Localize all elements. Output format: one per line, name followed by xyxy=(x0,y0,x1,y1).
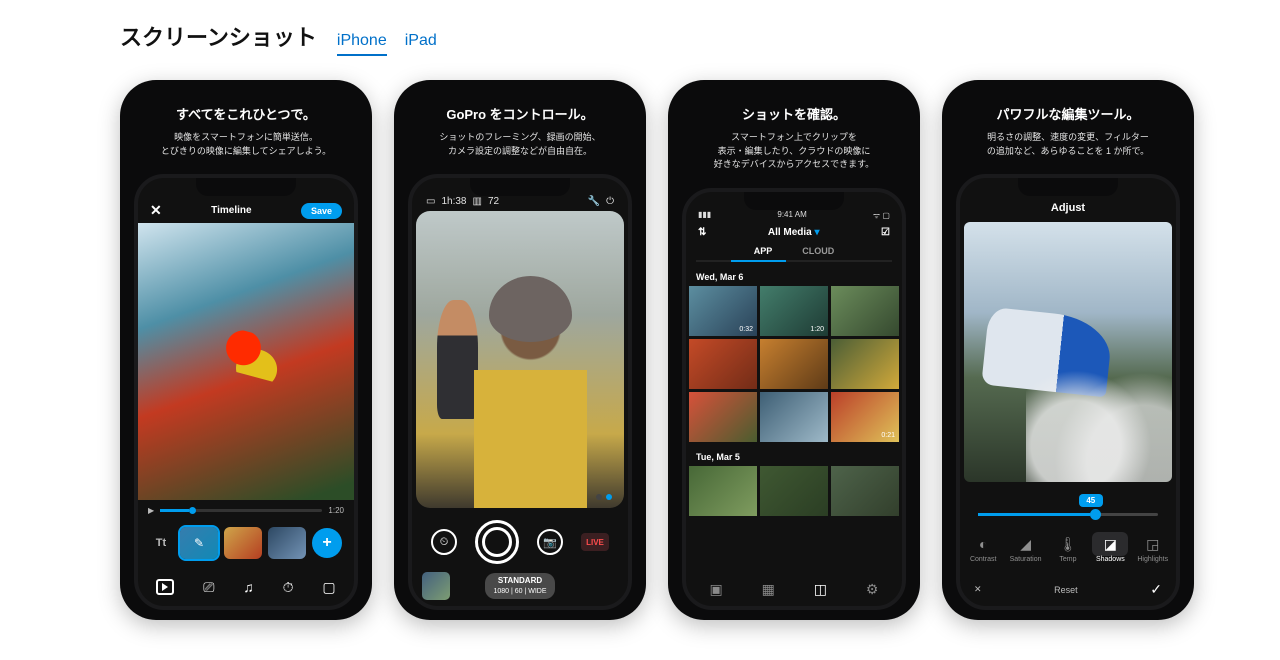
media-thumb[interactable] xyxy=(689,392,757,442)
battery-icon: ▥ xyxy=(472,196,481,207)
wrench-icon[interactable]: 🔧 xyxy=(588,196,600,207)
duration-label: 1:20 xyxy=(328,506,344,515)
media-thumb[interactable] xyxy=(831,286,899,336)
play-icon[interactable]: ▶ xyxy=(148,506,154,515)
dial-contrast[interactable]: ◐Contrast xyxy=(965,532,1001,563)
dial-saturation[interactable]: ◢Saturation xyxy=(1008,532,1044,563)
chevron-down-icon[interactable]: ▾ xyxy=(815,227,820,238)
save-button[interactable]: Save xyxy=(301,203,342,219)
shutter-button[interactable] xyxy=(475,520,519,564)
reset-button[interactable]: Reset xyxy=(1054,585,1078,595)
sliders-icon[interactable]: ⎚ xyxy=(203,579,214,598)
clip-thumb-1[interactable] xyxy=(180,527,218,559)
close-icon[interactable]: ✕ xyxy=(974,584,982,595)
music-icon[interactable]: ♫ xyxy=(243,579,254,598)
self-timer-button[interactable]: ⏲ xyxy=(431,529,457,555)
dial-highlights[interactable]: ◲Highlights xyxy=(1135,532,1171,563)
screenshot-card-3[interactable]: ショットを確認。 スマートフォン上でクリップを表示・編集したり、クラウドの映像に… xyxy=(668,80,920,620)
add-clip-button[interactable]: + xyxy=(312,528,342,558)
signal-icon: ▮▮▮ xyxy=(698,210,711,221)
card3-sub: スマートフォン上でクリップを表示・編集したり、クラウドの映像に好きなデバイスから… xyxy=(682,131,906,172)
dial-temp[interactable]: 🌡Temp xyxy=(1050,532,1086,563)
clip-thumb-3[interactable] xyxy=(268,527,306,559)
nav-settings-icon[interactable]: ⚙ xyxy=(866,581,879,598)
media-thumb[interactable] xyxy=(760,392,828,442)
photo-mode-button[interactable]: 📷 xyxy=(537,529,563,555)
wifi-icon: ᯤ ▢ xyxy=(873,210,890,221)
card3-title: ショットを確認。 xyxy=(682,104,906,123)
scrub-bar[interactable] xyxy=(160,509,322,512)
date-header-2: Tue, Mar 5 xyxy=(686,442,902,466)
timeline-video-preview[interactable] xyxy=(138,223,354,500)
card4-sub: 明るさの調整、速度の変更、フィルターの追加など、あらゆることを 1 か所で。 xyxy=(956,131,1180,158)
media-thumb[interactable] xyxy=(760,339,828,389)
media-thumb[interactable] xyxy=(689,339,757,389)
card1-title: すべてをこれひとつで。 xyxy=(134,104,358,123)
power-icon[interactable]: ⏻ xyxy=(606,196,614,207)
rec-time: 1h:38 xyxy=(441,196,466,207)
live-badge[interactable]: LIVE xyxy=(581,533,609,551)
adjust-slider[interactable] xyxy=(978,513,1158,516)
nav-media-icon[interactable]: ◫ xyxy=(814,581,827,598)
subtab-cloud[interactable]: CLOUD xyxy=(802,246,834,256)
layout-icon[interactable] xyxy=(156,579,174,598)
nav-camera-icon[interactable]: ▣ xyxy=(709,581,722,598)
subtab-app[interactable]: APP xyxy=(754,246,773,256)
media-thumb[interactable] xyxy=(689,466,757,516)
screenshot-card-2[interactable]: GoPro をコントロール。 ショットのフレーミング、録画の開始、カメラ設定の調… xyxy=(394,80,646,620)
timer-icon[interactable]: ⏱ xyxy=(283,579,294,598)
text-tool-button[interactable]: Tt xyxy=(148,537,174,549)
sd-icon: ▭ xyxy=(426,196,435,207)
screenshot-card-1[interactable]: すべてをこれひとつで。 映像をスマートフォンに簡単送信。とびきりの映像に編集して… xyxy=(120,80,372,620)
mode-pill[interactable]: STANDARD 1080 | 60 | WIDE xyxy=(485,573,554,598)
device-tabs: iPhone iPad xyxy=(337,32,437,56)
nav-grid-icon[interactable]: ▦ xyxy=(762,581,775,598)
slider-value: 45 xyxy=(1079,494,1103,507)
clip-thumb-2[interactable] xyxy=(224,527,262,559)
battery-pct: 72 xyxy=(488,196,499,207)
timeline-label: Timeline xyxy=(211,205,251,216)
clock: 9:41 AM xyxy=(777,210,806,221)
inner-phone-1: ✕ Timeline Save ▶ 1:20 Tt + ⎚ ♫ ⏱ xyxy=(134,174,358,610)
card1-sub: 映像をスマートフォンに簡単送信。とびきりの映像に編集してシェアしよう。 xyxy=(134,131,358,158)
media-thumb[interactable]: 0:21 xyxy=(831,392,899,442)
aspect-icon[interactable]: ▢ xyxy=(322,579,335,598)
last-shot-thumb[interactable] xyxy=(422,572,450,600)
card2-sub: ショットのフレーミング、録画の開始、カメラ設定の調整などが自由自在。 xyxy=(408,131,632,158)
screenshot-card-4[interactable]: パワフルな編集ツール。 明るさの調整、速度の変更、フィルターの追加など、あらゆる… xyxy=(942,80,1194,620)
confirm-icon[interactable]: ✓ xyxy=(1150,581,1162,598)
transfer-icon[interactable]: ⇅ xyxy=(698,227,706,238)
adjust-preview[interactable] xyxy=(964,222,1172,482)
section-title: スクリーンショット xyxy=(120,20,317,52)
media-thumb[interactable]: 0:32 xyxy=(689,286,757,336)
screenshots-row: すべてをこれひとつで。 映像をスマートフォンに簡単送信。とびきりの映像に編集して… xyxy=(120,80,1240,620)
media-header[interactable]: All Media xyxy=(768,227,812,238)
media-thumb[interactable]: 1:20 xyxy=(760,286,828,336)
media-thumb[interactable] xyxy=(831,466,899,516)
date-header-1: Wed, Mar 6 xyxy=(686,262,902,286)
inner-phone-3: ▮▮▮9:41 AMᯤ ▢ ⇅ All Media ▾ ☑ APP CLOUD … xyxy=(682,188,906,611)
media-thumb[interactable] xyxy=(831,339,899,389)
inner-phone-4: Adjust 45 ◐Contrast ◢Saturation 🌡Temp ◪S… xyxy=(956,174,1180,610)
close-icon[interactable]: ✕ xyxy=(150,202,162,219)
inner-phone-2: ▭ 1h:38 ▥ 72 🔧 ⏻ ⏲ 📷 LIVE xyxy=(408,174,632,610)
card2-title: GoPro をコントロール。 xyxy=(408,104,632,123)
select-icon[interactable]: ☑ xyxy=(881,227,890,238)
camera-viewfinder[interactable] xyxy=(416,211,624,508)
dial-shadows[interactable]: ◪Shadows xyxy=(1092,532,1128,563)
card4-title: パワフルな編集ツール。 xyxy=(956,104,1180,123)
tab-iphone[interactable]: iPhone xyxy=(337,32,387,56)
tab-ipad[interactable]: iPad xyxy=(405,32,437,56)
adjust-header: Adjust xyxy=(960,196,1176,222)
media-thumb[interactable] xyxy=(760,466,828,516)
